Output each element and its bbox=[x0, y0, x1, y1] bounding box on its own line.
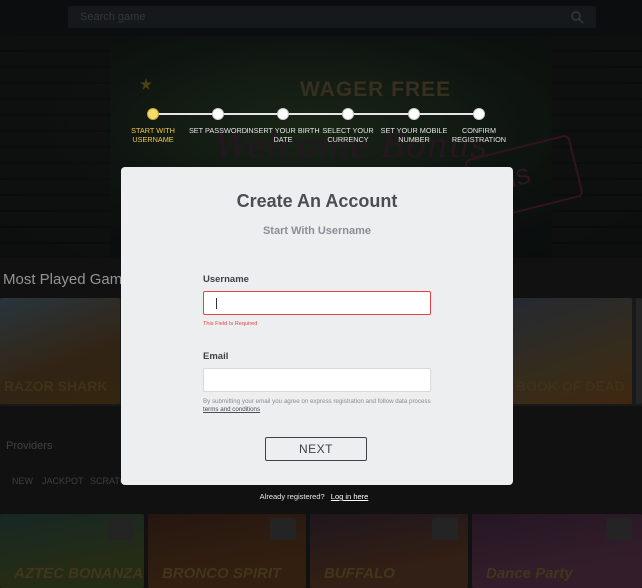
step-dot bbox=[473, 108, 485, 120]
step-label: CONFIRM REGISTRATION bbox=[451, 126, 507, 144]
username-error: This Field Is Required bbox=[203, 321, 258, 327]
terms-disclaimer: By submitting your email you agree on ex… bbox=[203, 398, 435, 414]
create-account-modal: Create An Account Start With Username Us… bbox=[121, 167, 513, 485]
already-registered-text: Already registered? bbox=[259, 492, 325, 501]
step-dot bbox=[342, 108, 354, 120]
step-dot bbox=[147, 108, 159, 120]
step-dot bbox=[212, 108, 224, 120]
text-caret bbox=[216, 298, 217, 309]
step-dot bbox=[408, 108, 420, 120]
step-confirm-registration: CONFIRM REGISTRATION bbox=[436, 108, 522, 144]
login-link[interactable]: Log in here bbox=[331, 492, 369, 501]
registration-stepper: START WITH USERNAME SET PASSWORD INSERT … bbox=[0, 105, 642, 155]
username-field[interactable] bbox=[203, 291, 431, 315]
terms-link[interactable]: terms and conditions bbox=[203, 406, 260, 413]
step-dot bbox=[277, 108, 289, 120]
username-label: Username bbox=[203, 274, 249, 285]
email-field[interactable] bbox=[203, 368, 431, 392]
login-prompt: Already registered? Log in here bbox=[0, 492, 628, 501]
email-label: Email bbox=[203, 351, 229, 362]
modal-title: Create An Account bbox=[236, 191, 398, 211]
disclaimer-text: By submitting your email you agree on ex… bbox=[203, 398, 431, 405]
next-button[interactable]: NEXT bbox=[265, 437, 367, 461]
modal-subtitle: Start With Username bbox=[262, 225, 372, 237]
